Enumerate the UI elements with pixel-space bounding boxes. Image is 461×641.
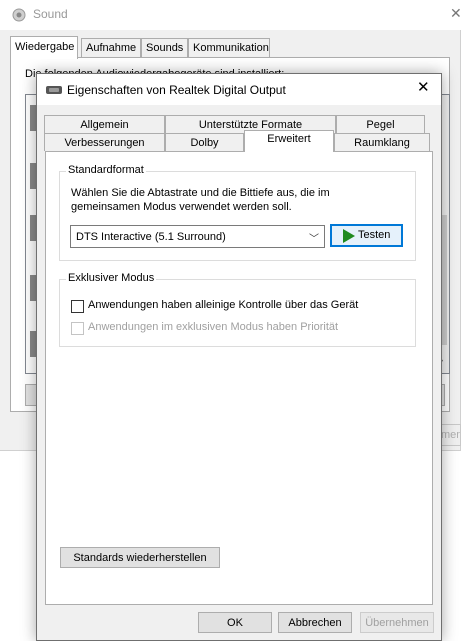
exclusive-control-checkbox[interactable] (71, 300, 84, 313)
standard-format-label: Standardformat (66, 164, 146, 176)
exclusive-priority-label: Anwendungen im exklusiven Modus haben Pr… (88, 321, 339, 333)
exclusive-mode-label: Exklusiver Modus (66, 272, 157, 284)
advanced-panel: Standardformat Wählen Sie die Abtastrate… (45, 151, 433, 605)
tab-aufnahme[interactable]: Aufnahme (81, 38, 141, 58)
tab-wiedergabe[interactable]: Wiedergabe (10, 36, 78, 59)
tab-raumklang[interactable]: Raumklang (334, 133, 430, 151)
test-button[interactable]: Testen (330, 224, 403, 247)
restore-defaults-button[interactable]: Standards wiederherstellen (60, 547, 220, 568)
dialog-titlebar: Eigenschaften von Realtek Digital Output… (37, 74, 441, 105)
test-button-label: Testen (358, 229, 391, 241)
tab-erweitert[interactable]: Erweitert (244, 130, 334, 152)
apply-button: Übernehmen (360, 612, 434, 633)
properties-dialog: Eigenschaften von Realtek Digital Output… (36, 73, 442, 641)
dialog-title: Eigenschaften von Realtek Digital Output (67, 83, 286, 97)
chevron-down-icon: ﹀ (309, 234, 319, 245)
cancel-button[interactable]: Abbrechen (278, 612, 352, 633)
exclusive-priority-checkbox (71, 322, 84, 335)
exclusive-control-label: Anwendungen haben alleinige Kontrolle üb… (88, 299, 359, 311)
play-icon (343, 229, 355, 243)
sound-titlebar: Sound ✕ (0, 0, 461, 30)
standard-format-description: Wählen Sie die Abtastrate und die Bittie… (71, 187, 330, 213)
standard-format-group: Standardformat Wählen Sie die Abtastrate… (59, 164, 416, 261)
speaker-icon (12, 8, 26, 22)
tab-dolby[interactable]: Dolby (165, 133, 244, 151)
close-icon[interactable]: ✕ (417, 80, 430, 95)
sound-window-title: Sound (33, 7, 68, 21)
tab-verbesserungen[interactable]: Verbesserungen (44, 133, 165, 151)
sound-close-icon[interactable]: ✕ (450, 5, 461, 22)
tab-allgemein[interactable]: Allgemein (44, 115, 165, 133)
exclusive-mode-group: Exklusiver Modus Anwendungen haben allei… (59, 272, 416, 347)
tab-sounds[interactable]: Sounds (141, 38, 188, 58)
format-select[interactable]: DTS Interactive (5.1 Surround) ﹀ (70, 225, 325, 248)
format-select-value: DTS Interactive (5.1 Surround) (76, 231, 226, 243)
ok-button[interactable]: OK (198, 612, 272, 633)
digital-output-icon (46, 86, 62, 94)
tab-kommunikation[interactable]: Kommunikation (188, 38, 270, 58)
tab-pegel[interactable]: Pegel (336, 115, 425, 133)
